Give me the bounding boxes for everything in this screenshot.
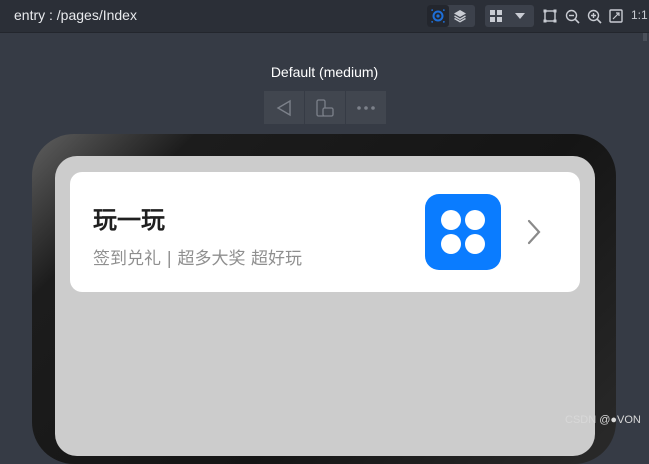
more-icon[interactable] [346, 91, 386, 124]
layout-grid-icon[interactable] [485, 5, 507, 27]
inspect-icon[interactable] [427, 5, 449, 27]
fit-icon[interactable] [606, 5, 626, 27]
dropdown-icon[interactable] [507, 5, 533, 27]
zoom-out-icon[interactable] [562, 5, 582, 27]
page-route: entry : /pages/Index [14, 7, 137, 23]
device-controls [264, 91, 386, 124]
layout-select[interactable] [485, 5, 534, 27]
scrollbar-thumb[interactable] [643, 33, 647, 41]
previewer-toolbar: entry : /pages/Index 1:1 [0, 0, 649, 33]
clover-petal [465, 210, 485, 230]
device-label: Default (medium) [270, 64, 379, 80]
rotate-device-icon[interactable] [305, 91, 346, 124]
zoom-actual-size-button[interactable]: 1:1 [631, 8, 648, 22]
chevron-right-icon[interactable] [526, 219, 542, 249]
card-title: 玩一玩 [93, 206, 165, 234]
clover-app-icon [425, 194, 501, 270]
watermark: CSDN @●VON [565, 414, 641, 426]
layers-icon[interactable] [449, 5, 471, 27]
inspect-layer-toggle-group [427, 5, 475, 27]
clover-petal [441, 210, 461, 230]
play-card[interactable]: 玩一玩 签到兑礼 | 超多大奖 超好玩 [70, 172, 580, 292]
crop-icon[interactable] [540, 5, 560, 27]
card-subtitle: 签到兑礼 | 超多大奖 超好玩 [93, 249, 302, 269]
zoom-in-icon[interactable] [584, 5, 604, 27]
clover-petal [465, 234, 485, 254]
clover-petal [441, 234, 461, 254]
back-icon[interactable] [264, 91, 305, 124]
device-screen: 玩一玩 签到兑礼 | 超多大奖 超好玩 [55, 156, 595, 456]
